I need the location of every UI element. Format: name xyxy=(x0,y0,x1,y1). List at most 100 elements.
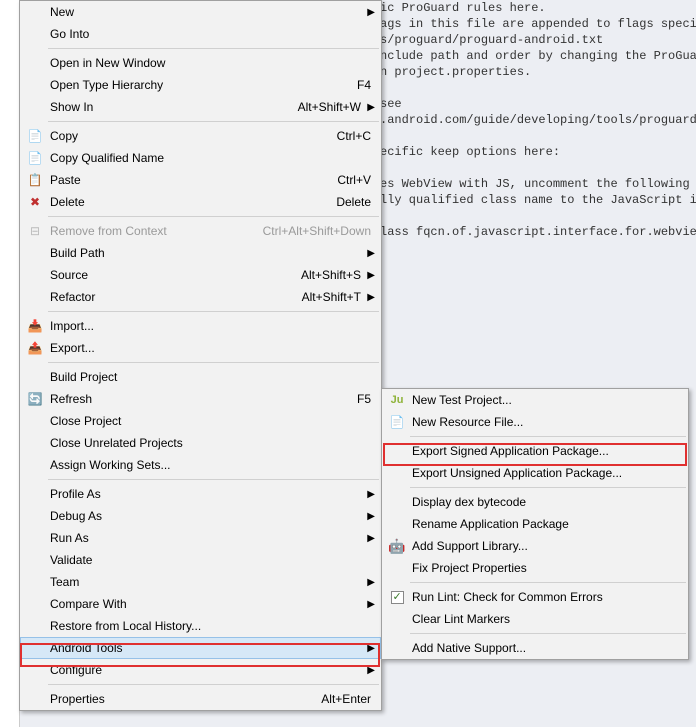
submenu-arrow-icon: ▶ xyxy=(365,533,375,544)
menu-paste[interactable]: 📋 Paste Ctrl+V xyxy=(20,169,381,191)
android-icon: 🤖 xyxy=(388,538,406,554)
menu-shortcut: Ctrl+C xyxy=(337,129,371,143)
menu-profile-as[interactable]: Profile As ▶ xyxy=(20,483,381,505)
menu-shortcut: Alt+Shift+T xyxy=(302,290,361,304)
menu-label: Go Into xyxy=(50,27,375,41)
menu-validate[interactable]: Validate xyxy=(20,549,381,571)
editor-line: es WebView with JS, uncomment the follow… xyxy=(380,177,690,191)
blank-icon xyxy=(26,369,44,385)
submenu-new-resource-file[interactable]: 📄 New Resource File... xyxy=(382,411,688,433)
menu-label: Validate xyxy=(50,553,375,567)
submenu-arrow-icon: ▶ xyxy=(365,577,375,588)
blank-icon xyxy=(26,530,44,546)
menu-close-unrelated[interactable]: Close Unrelated Projects xyxy=(20,432,381,454)
menu-assign-working-sets[interactable]: Assign Working Sets... xyxy=(20,454,381,476)
menu-android-tools[interactable]: Android Tools ▶ xyxy=(20,637,381,659)
menu-label: New Test Project... xyxy=(412,393,682,407)
editor-line: see xyxy=(380,97,402,111)
menu-separator xyxy=(410,487,686,488)
menu-refactor[interactable]: Refactor Alt+Shift+T ▶ xyxy=(20,286,381,308)
menu-label: Copy Qualified Name xyxy=(50,151,375,165)
blank-icon xyxy=(26,289,44,305)
menu-label: Display dex bytecode xyxy=(412,495,682,509)
menu-label: Run Lint: Check for Common Errors xyxy=(412,590,682,604)
menu-new[interactable]: New ▶ xyxy=(20,1,381,23)
blank-icon xyxy=(26,413,44,429)
menu-refresh[interactable]: 🔄 Refresh F5 xyxy=(20,388,381,410)
submenu-export-signed[interactable]: Export Signed Application Package... xyxy=(382,440,688,462)
import-icon: 📥 xyxy=(26,318,44,334)
menu-copy-qualified[interactable]: 📄 Copy Qualified Name xyxy=(20,147,381,169)
blank-icon xyxy=(26,77,44,93)
menu-copy[interactable]: 📄 Copy Ctrl+C xyxy=(20,125,381,147)
blank-icon xyxy=(26,55,44,71)
blank-icon xyxy=(26,486,44,502)
menu-delete[interactable]: ✖ Delete Delete xyxy=(20,191,381,213)
blank-icon xyxy=(26,508,44,524)
submenu-arrow-icon: ▶ xyxy=(365,248,375,259)
blank-icon xyxy=(26,267,44,283)
blank-icon xyxy=(26,99,44,115)
submenu-add-support-library[interactable]: 🤖 Add Support Library... xyxy=(382,535,688,557)
menu-open-type-hierarchy[interactable]: Open Type Hierarchy F4 xyxy=(20,74,381,96)
menu-shortcut: Ctrl+V xyxy=(337,173,371,187)
blank-icon xyxy=(388,465,406,481)
menu-open-new-window[interactable]: Open in New Window xyxy=(20,52,381,74)
submenu-export-unsigned[interactable]: Export Unsigned Application Package... xyxy=(382,462,688,484)
paste-icon: 📋 xyxy=(26,172,44,188)
blank-icon xyxy=(388,611,406,627)
menu-label: Close Project xyxy=(50,414,375,428)
menu-build-project[interactable]: Build Project xyxy=(20,366,381,388)
menu-shortcut: Ctrl+Alt+Shift+Down xyxy=(263,224,371,238)
menu-team[interactable]: Team ▶ xyxy=(20,571,381,593)
menu-configure[interactable]: Configure ▶ xyxy=(20,659,381,681)
menu-shortcut: F4 xyxy=(357,78,371,92)
submenu-arrow-icon: ▶ xyxy=(365,7,375,18)
submenu-rename-package[interactable]: Rename Application Package xyxy=(382,513,688,535)
blank-icon xyxy=(26,4,44,20)
blank-icon xyxy=(26,435,44,451)
menu-run-as[interactable]: Run As ▶ xyxy=(20,527,381,549)
blank-icon xyxy=(26,662,44,678)
blank-icon xyxy=(388,516,406,532)
menu-show-in[interactable]: Show In Alt+Shift+W ▶ xyxy=(20,96,381,118)
junit-icon: Ju xyxy=(388,392,406,408)
blank-icon xyxy=(388,640,406,656)
menu-build-path[interactable]: Build Path ▶ xyxy=(20,242,381,264)
menu-compare-with[interactable]: Compare With ▶ xyxy=(20,593,381,615)
menu-label: Refresh xyxy=(50,392,337,406)
menu-properties[interactable]: Properties Alt+Enter xyxy=(20,688,381,710)
file-icon: 📄 xyxy=(388,414,406,430)
menu-separator xyxy=(48,48,379,49)
submenu-clear-lint[interactable]: Clear Lint Markers xyxy=(382,608,688,630)
menu-debug-as[interactable]: Debug As ▶ xyxy=(20,505,381,527)
menu-label: Rename Application Package xyxy=(412,517,682,531)
submenu-new-test-project[interactable]: Ju New Test Project... xyxy=(382,389,688,411)
editor-line: ecific keep options here: xyxy=(380,145,560,159)
submenu-fix-project-properties[interactable]: Fix Project Properties xyxy=(382,557,688,579)
menu-label: Debug As xyxy=(50,509,365,523)
submenu-add-native-support[interactable]: Add Native Support... xyxy=(382,637,688,659)
menu-go-into[interactable]: Go Into xyxy=(20,23,381,45)
menu-label: Configure xyxy=(50,663,365,677)
editor-line: n project.properties. xyxy=(380,65,531,79)
submenu-arrow-icon: ▶ xyxy=(365,102,375,113)
menu-label: Export Signed Application Package... xyxy=(412,444,682,458)
menu-label: Delete xyxy=(50,195,316,209)
menu-label: New xyxy=(50,5,365,19)
menu-import[interactable]: 📥 Import... xyxy=(20,315,381,337)
check-icon xyxy=(388,589,406,605)
blank-icon xyxy=(26,552,44,568)
menu-source[interactable]: Source Alt+Shift+S ▶ xyxy=(20,264,381,286)
menu-label: Remove from Context xyxy=(50,224,243,238)
submenu-display-dex[interactable]: Display dex bytecode xyxy=(382,491,688,513)
menu-separator xyxy=(48,311,379,312)
menu-label: Build Path xyxy=(50,246,365,260)
menu-export[interactable]: 📤 Export... xyxy=(20,337,381,359)
submenu-run-lint[interactable]: Run Lint: Check for Common Errors xyxy=(382,586,688,608)
menu-shortcut: Alt+Shift+W xyxy=(298,100,361,114)
menu-close-project[interactable]: Close Project xyxy=(20,410,381,432)
submenu-arrow-icon: ▶ xyxy=(365,665,375,676)
submenu-arrow-icon: ▶ xyxy=(365,489,375,500)
menu-restore-history[interactable]: Restore from Local History... xyxy=(20,615,381,637)
